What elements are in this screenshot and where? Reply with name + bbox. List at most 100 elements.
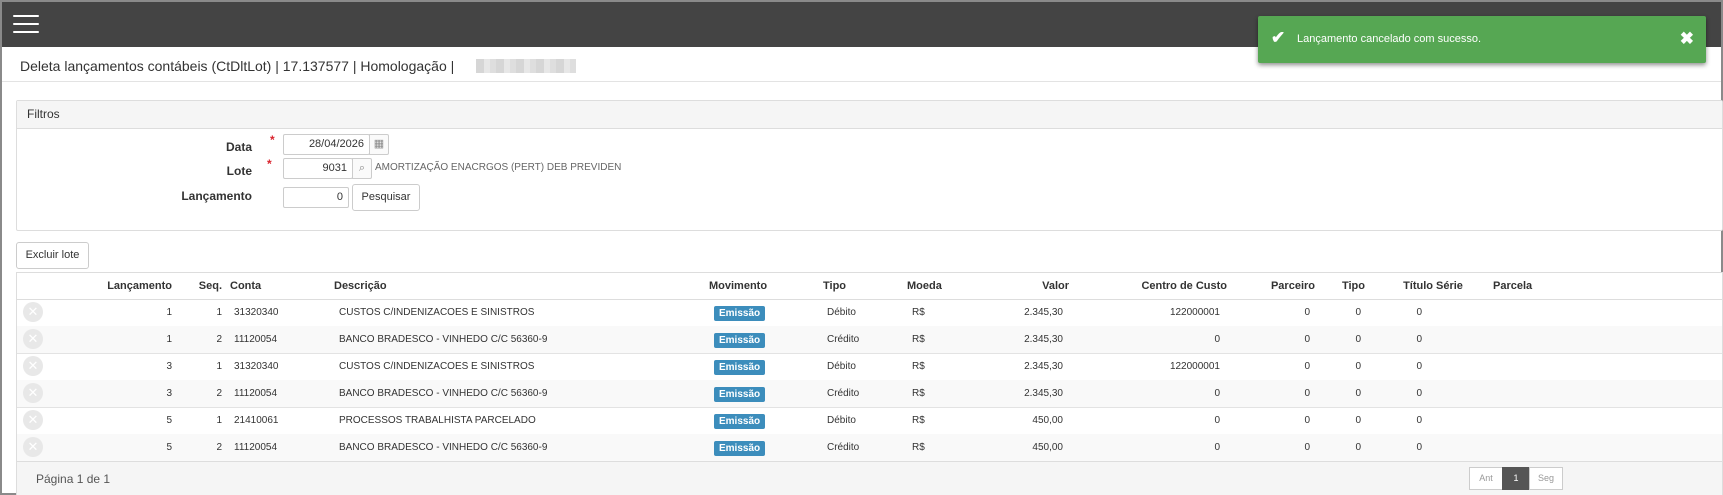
movimento-badge: Emissão — [714, 387, 766, 402]
cell-conta: 11120054 — [234, 334, 278, 345]
cell-lancamento: 5 — [166, 442, 172, 453]
cell-seq: 1 — [216, 307, 222, 318]
col-lancamento[interactable]: Lançamento — [107, 280, 172, 292]
cell-titulo: 0 — [1416, 388, 1422, 399]
cell-tipo-2: 0 — [1355, 442, 1361, 453]
cell-tipo-2: 0 — [1355, 334, 1361, 345]
cell-tipo: Débito — [827, 415, 856, 426]
data-required-mark: * — [270, 133, 275, 147]
col-titulo[interactable]: Título — [1387, 280, 1433, 292]
table-row: ✕ 5 1 21410061 PROCESSOS TRABALHISTA PARCELA… — [17, 407, 1722, 435]
close-circle-icon[interactable]: ✕ — [23, 410, 43, 430]
cell-tipo: Crédito — [827, 388, 860, 399]
cell-moeda: R$ — [912, 334, 925, 345]
filters-panel: Filtros Data * 28/04/2026 ▦ Lote * 9031 … — [16, 100, 1723, 231]
data-input[interactable]: 28/04/2026 — [283, 134, 370, 155]
close-circle-icon[interactable]: ✕ — [23, 329, 43, 349]
cell-tipo-2: 0 — [1355, 361, 1361, 372]
col-moeda[interactable]: Moeda — [907, 280, 942, 292]
cell-parceiro: 0 — [1304, 415, 1310, 426]
col-serie[interactable]: Série — [1436, 280, 1463, 292]
movimento-badge: Emissão — [714, 360, 766, 375]
col-conta[interactable]: Conta — [230, 280, 261, 292]
calendar-icon[interactable]: ▦ — [369, 134, 389, 155]
cell-conta: 31320340 — [234, 307, 279, 318]
page-title: Deleta lançamentos contábeis (CtDltLot) … — [20, 58, 455, 74]
col-tipo[interactable]: Tipo — [823, 280, 846, 292]
cell-valor: 2.345,30 — [1024, 361, 1063, 372]
cell-parceiro: 0 — [1304, 361, 1310, 372]
cell-centro-custo: 0 — [1214, 388, 1220, 399]
cell-centro-custo: 122000001 — [1169, 361, 1220, 372]
lancamento-label: Lançamento — [181, 189, 252, 203]
close-circle-icon[interactable]: ✕ — [23, 383, 43, 403]
cell-parceiro: 0 — [1304, 388, 1310, 399]
hamburger-menu-icon[interactable] — [13, 15, 39, 35]
movimento-badge: Emissão — [714, 306, 766, 321]
cell-seq: 1 — [216, 361, 222, 372]
cell-parceiro: 0 — [1304, 334, 1310, 345]
lote-label: Lote — [226, 164, 252, 178]
col-parceiro[interactable]: Parceiro — [1257, 280, 1315, 292]
cell-titulo: 0 — [1416, 334, 1422, 345]
close-circle-icon[interactable]: ✕ — [23, 356, 43, 376]
col-valor[interactable]: Valor — [1007, 280, 1069, 292]
movimento-badge: Emissão — [714, 441, 766, 456]
close-icon[interactable]: ✖ — [1680, 29, 1694, 49]
delete-lot-button[interactable]: Excluir lote — [16, 242, 89, 269]
col-centro-custo[interactable]: Centro de Custo — [1117, 280, 1227, 292]
cell-tipo-2: 0 — [1355, 415, 1361, 426]
data-label: Data — [225, 140, 252, 154]
cell-titulo: 0 — [1416, 442, 1422, 453]
page-1-button[interactable]: 1 — [1502, 467, 1530, 490]
cell-valor: 2.345,30 — [1024, 334, 1063, 345]
cell-valor: 2.345,30 — [1024, 307, 1063, 318]
cell-descricao: BANCO BRADESCO - VINHEDO C/C 56360-9 — [339, 334, 548, 345]
col-seq[interactable]: Seq. — [192, 280, 222, 292]
col-tipo-2[interactable]: Tipo — [1327, 280, 1365, 292]
lancamento-input[interactable]: 0 — [283, 187, 349, 208]
search-icon[interactable]: ⌕ — [352, 158, 372, 179]
cell-conta: 11120054 — [234, 442, 278, 453]
close-circle-icon[interactable]: ✕ — [23, 302, 43, 322]
cell-parceiro: 0 — [1304, 307, 1310, 318]
col-descricao[interactable]: Descrição — [334, 280, 387, 292]
table-header: Lançamento Seq. Conta Descrição Moviment… — [17, 273, 1722, 300]
cell-titulo: 0 — [1416, 415, 1422, 426]
cell-conta: 11120054 — [234, 388, 278, 399]
page-info: Página 1 de 1 — [36, 472, 111, 486]
cell-valor: 2.345,30 — [1024, 388, 1063, 399]
cell-tipo: Débito — [827, 307, 856, 318]
cell-centro-custo: 0 — [1214, 415, 1220, 426]
lote-input[interactable]: 9031 — [283, 158, 353, 179]
cell-titulo: 0 — [1416, 361, 1422, 372]
redacted-user-info — [476, 59, 576, 73]
cell-lancamento: 1 — [166, 334, 172, 345]
search-button[interactable]: Pesquisar — [352, 184, 420, 211]
cell-centro-custo: 122000001 — [1169, 307, 1220, 318]
cell-moeda: R$ — [912, 415, 925, 426]
cell-descricao: PROCESSOS TRABALHISTA PARCELADO — [339, 415, 536, 426]
cell-seq: 2 — [216, 334, 222, 345]
next-page-button[interactable]: Seg — [1529, 467, 1563, 490]
movimento-badge: Emissão — [714, 333, 766, 348]
cell-conta: 21410061 — [234, 415, 279, 426]
cell-lancamento: 3 — [166, 388, 172, 399]
close-circle-icon[interactable]: ✕ — [23, 437, 43, 457]
check-icon: ✔ — [1271, 28, 1286, 47]
cell-seq: 1 — [216, 415, 222, 426]
table-row: ✕ 3 1 31320340 CUSTOS C/INDENIZACOES E SINIS… — [17, 353, 1722, 381]
prev-page-button[interactable]: Ant — [1469, 467, 1503, 490]
lote-description: AMORTIZAÇÃO ENACRGOS (PERT) DEB PREVIDEN — [375, 162, 622, 173]
entries-table: Lançamento Seq. Conta Descrição Moviment… — [16, 272, 1723, 495]
cell-centro-custo: 0 — [1214, 334, 1220, 345]
cell-parceiro: 0 — [1304, 442, 1310, 453]
filters-title: Filtros — [17, 101, 1722, 129]
cell-descricao: BANCO BRADESCO - VINHEDO C/C 56360-9 — [339, 388, 548, 399]
cell-descricao: CUSTOS C/INDENIZACOES E SINISTROS — [339, 361, 535, 372]
cell-seq: 2 — [216, 442, 222, 453]
col-movimento[interactable]: Movimento — [709, 280, 767, 292]
page-header: Deleta lançamentos contábeis (CtDltLot) … — [2, 47, 1721, 82]
cell-valor: 450,00 — [1032, 442, 1063, 453]
col-parcela[interactable]: Parcela — [1493, 280, 1532, 292]
